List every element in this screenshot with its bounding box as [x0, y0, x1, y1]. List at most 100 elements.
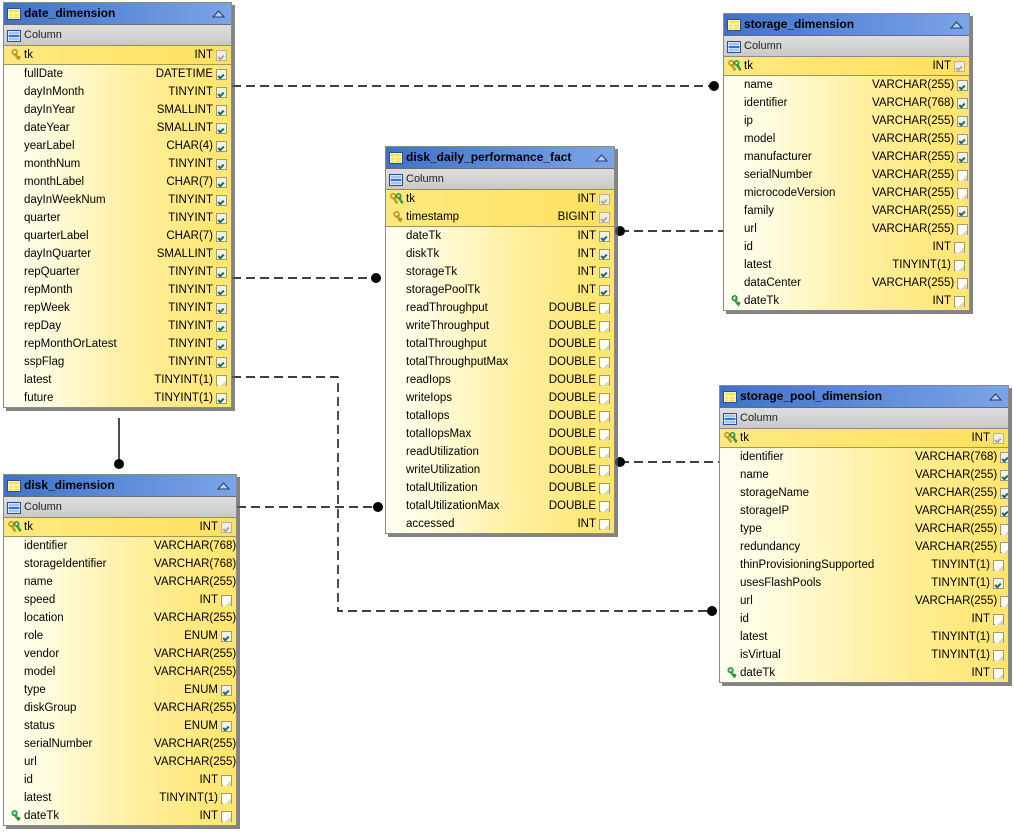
table-row[interactable]: thinProvisioningSupported TINYINT(1)	[720, 556, 1008, 574]
checkbox-checked[interactable]	[213, 284, 229, 296]
checkbox-unchecked[interactable]	[218, 792, 234, 804]
table-row[interactable]: readUtilization DOUBLE	[386, 443, 614, 461]
table-row[interactable]: dataCenter VARCHAR(255)	[724, 274, 969, 292]
table-row[interactable]: storagePoolTk INT	[386, 281, 614, 299]
table-row[interactable]: name VARCHAR(255)	[720, 466, 1008, 484]
checkbox-unchecked[interactable]	[951, 241, 967, 253]
table-row[interactable]: dayInWeekNum TINYINT	[4, 191, 231, 209]
table-title-bar[interactable]: disk_dimension	[4, 475, 236, 497]
checkbox-unchecked[interactable]	[596, 446, 612, 458]
table-row[interactable]: dateTk INT	[720, 664, 1008, 682]
checkbox-unchecked[interactable]	[596, 428, 612, 440]
table-row[interactable]: yearLabel CHAR(4)	[4, 137, 231, 155]
checkbox-checked[interactable]	[954, 133, 969, 145]
checkbox-unchecked[interactable]	[218, 774, 234, 786]
table-row[interactable]: storageIdentifier VARCHAR(768)	[4, 555, 236, 573]
table-row[interactable]: url VARCHAR(255)	[720, 592, 1008, 610]
table-row[interactable]: type ENUM	[4, 681, 236, 699]
table-date_dimension[interactable]: date_dimension Column tk INT fullDate DATETIM…	[3, 2, 232, 408]
checkbox-unchecked[interactable]	[236, 739, 237, 750]
table-row[interactable]: role ENUM	[4, 627, 236, 645]
table-row[interactable]: redundancy VARCHAR(255)	[720, 538, 1008, 556]
table-row[interactable]: totalThroughput DOUBLE	[386, 335, 614, 353]
checkbox-checked[interactable]	[213, 86, 229, 98]
table-title-bar[interactable]: disk_daily_performance_fact	[386, 147, 614, 169]
table-row[interactable]: quarter TINYINT	[4, 209, 231, 227]
checkbox-readonly[interactable]	[218, 521, 234, 533]
checkbox-unchecked[interactable]	[236, 649, 237, 660]
table-row[interactable]: totalThroughputMax DOUBLE	[386, 353, 614, 371]
table-disk_dimension[interactable]: disk_dimension Column tk INT identifier VARCH…	[3, 474, 237, 826]
checkbox-unchecked[interactable]	[236, 757, 237, 768]
table-row-pk[interactable]: timestamp BIGINT	[386, 208, 614, 226]
checkbox-checked[interactable]	[213, 68, 229, 80]
checkbox-unchecked[interactable]	[596, 356, 612, 368]
checkbox-unchecked[interactable]	[954, 223, 969, 235]
table-row[interactable]: totalUtilization DOUBLE	[386, 479, 614, 497]
checkbox-checked[interactable]	[954, 205, 969, 217]
checkbox-checked[interactable]	[596, 230, 612, 242]
checkbox-checked[interactable]	[213, 176, 229, 188]
table-title-bar[interactable]: storage_pool_dimension	[720, 386, 1008, 408]
checkbox-unchecked[interactable]	[990, 559, 1006, 571]
table-row[interactable]: url VARCHAR(255)	[724, 220, 969, 238]
table-row-pk[interactable]: tk INT	[4, 46, 231, 64]
table-row[interactable]: totalUtilizationMax DOUBLE	[386, 497, 614, 515]
table-row[interactable]: storageIP VARCHAR(255)	[720, 502, 1008, 520]
checkbox-unchecked[interactable]	[997, 523, 1008, 535]
relationship-endpoint[interactable]	[709, 81, 719, 91]
collapse-arrow-icon[interactable]	[949, 18, 964, 30]
table-row[interactable]: id INT	[720, 610, 1008, 628]
table-row[interactable]: latest TINYINT(1)	[4, 371, 231, 389]
table-row[interactable]: latest TINYINT(1)	[720, 628, 1008, 646]
checkbox-checked[interactable]	[213, 158, 229, 170]
table-row[interactable]: totalIopsMax DOUBLE	[386, 425, 614, 443]
table-title-bar[interactable]: date_dimension	[4, 3, 231, 25]
table-row[interactable]: readIops DOUBLE	[386, 371, 614, 389]
table-row[interactable]: speed INT	[4, 591, 236, 609]
table-row[interactable]: dayInYear SMALLINT	[4, 101, 231, 119]
checkbox-checked[interactable]	[213, 230, 229, 242]
table-row[interactable]: writeUtilization DOUBLE	[386, 461, 614, 479]
checkbox-unchecked[interactable]	[596, 482, 612, 494]
table-row[interactable]: dayInQuarter SMALLINT	[4, 245, 231, 263]
table-row[interactable]: repWeek TINYINT	[4, 299, 231, 317]
checkbox-checked[interactable]	[997, 487, 1008, 499]
table-row[interactable]: usesFlashPools TINYINT(1)	[720, 574, 1008, 592]
checkbox-unchecked[interactable]	[951, 259, 967, 271]
checkbox-unchecked[interactable]	[990, 667, 1006, 679]
table-storage_pool_dimension[interactable]: storage_pool_dimension Column tk INT identif…	[719, 385, 1009, 683]
checkbox-unchecked[interactable]	[236, 541, 237, 552]
table-row[interactable]: accessed INT	[386, 515, 614, 533]
table-row[interactable]: ip VARCHAR(255)	[724, 112, 969, 130]
table-row-pk[interactable]: tk INT	[386, 190, 614, 208]
checkbox-unchecked[interactable]	[596, 302, 612, 314]
checkbox-checked[interactable]	[997, 451, 1008, 463]
table-row[interactable]: id INT	[4, 771, 236, 789]
table-row[interactable]: latest TINYINT(1)	[4, 789, 236, 807]
table-row[interactable]: storageTk INT	[386, 263, 614, 281]
table-row[interactable]: storageName VARCHAR(255)	[720, 484, 1008, 502]
checkbox-unchecked[interactable]	[236, 559, 237, 570]
checkbox-unchecked[interactable]	[990, 613, 1006, 625]
checkbox-checked[interactable]	[997, 469, 1008, 481]
checkbox-readonly[interactable]	[990, 432, 1006, 444]
table-row[interactable]: status ENUM	[4, 717, 236, 735]
checkbox-checked[interactable]	[218, 684, 234, 696]
checkbox-checked[interactable]	[954, 151, 969, 163]
table-disk_daily_performance_fact[interactable]: disk_daily_performance_fact Column tk INT ti…	[385, 146, 615, 534]
table-row[interactable]: identifier VARCHAR(768)	[724, 94, 969, 112]
checkbox-unchecked[interactable]	[997, 595, 1008, 607]
checkbox-unchecked[interactable]	[596, 518, 612, 530]
checkbox-readonly[interactable]	[951, 60, 967, 72]
checkbox-checked[interactable]	[990, 577, 1006, 589]
checkbox-checked[interactable]	[213, 338, 229, 350]
table-row-pk[interactable]: tk INT	[724, 57, 969, 75]
checkbox-unchecked[interactable]	[596, 374, 612, 386]
checkbox-checked[interactable]	[213, 320, 229, 332]
checkbox-unchecked[interactable]	[954, 169, 969, 181]
collapse-arrow-icon[interactable]	[594, 151, 609, 163]
checkbox-unchecked[interactable]	[997, 541, 1008, 553]
table-row[interactable]: monthNum TINYINT	[4, 155, 231, 173]
table-row[interactable]: sspFlag TINYINT	[4, 353, 231, 371]
